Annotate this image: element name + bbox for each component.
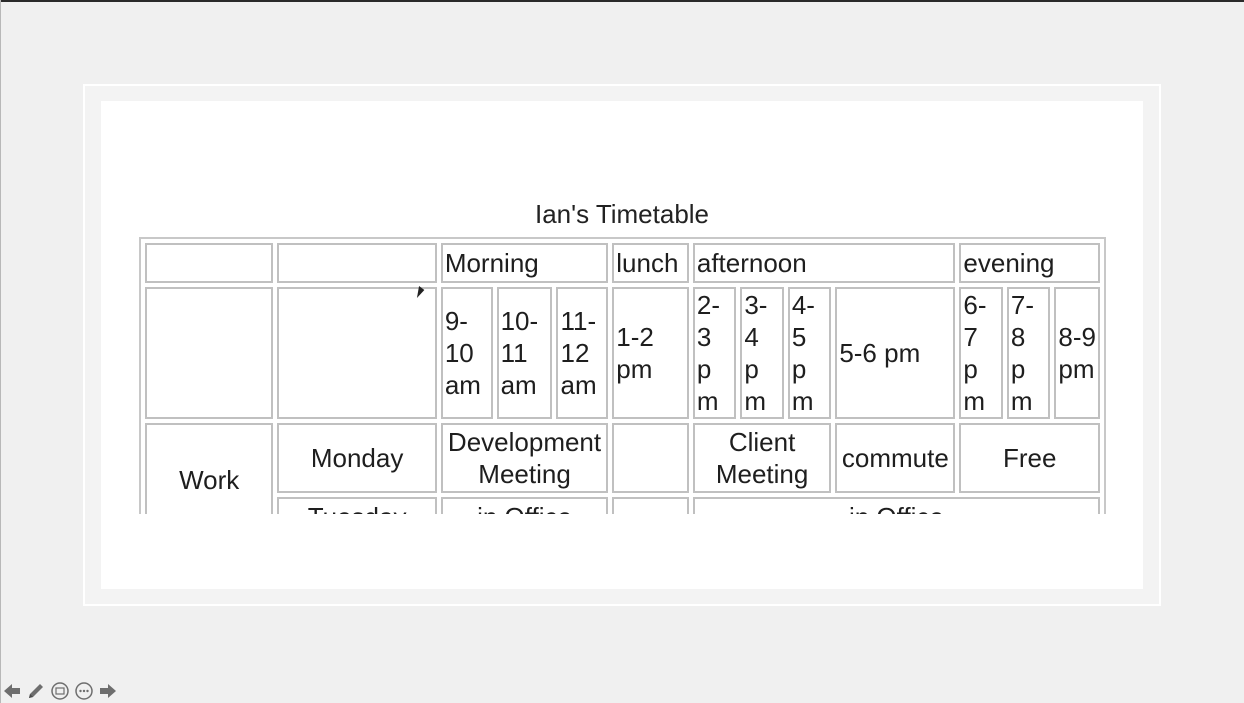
time-slot-cell: 4-5 pm [787, 287, 832, 419]
activity-cell: in Office [440, 497, 609, 514]
header-cell [145, 243, 274, 283]
activity-cell [612, 423, 689, 493]
table-row: Work Monday Development Meeting Client M… [145, 423, 1100, 514]
activity-cell: commute [835, 423, 956, 493]
header-morning: Morning [440, 243, 609, 283]
activity-cell: Free [959, 423, 1100, 493]
header-cell [277, 243, 437, 283]
time-slot-cell: 1-2 pm [612, 287, 689, 419]
presentation-toolbar [3, 680, 117, 702]
time-slot-cell: 7-8 pm [1006, 287, 1051, 419]
day-cell: Monday [277, 423, 437, 493]
time-header-blank [145, 287, 274, 419]
header-evening: evening [959, 243, 1100, 283]
table-row: Tuesday in Office in Office [145, 497, 1100, 514]
header-afternoon: afternoon [692, 243, 956, 283]
day-cell: Tuesday [277, 497, 437, 514]
pen-icon[interactable] [27, 682, 45, 700]
table-row: Morning lunch afternoon evening [145, 243, 1100, 283]
activity-cell: Development Meeting [440, 423, 609, 493]
arrow-left-icon[interactable] [3, 682, 21, 700]
activity-cell: in Office [692, 497, 1100, 514]
more-icon[interactable] [75, 682, 93, 700]
time-slot-cell: 9-10 am [440, 287, 493, 419]
time-slot-cell: 2-3 pm [692, 287, 737, 419]
header-lunch: lunch [612, 243, 689, 283]
table-row: 9-10 am 10-11 am 11-12 am 1-2 pm 2-3 pm … [145, 287, 1100, 419]
timetable-clip: Morning lunch afternoon evening 9-10 am … [139, 237, 1106, 514]
activity-cell [612, 497, 689, 514]
time-slot-cell: 8-9 pm [1054, 287, 1100, 419]
time-slot-cell: 10-11 am [496, 287, 553, 419]
category-cell: Work [145, 423, 274, 514]
slides-icon[interactable] [51, 682, 69, 700]
time-header-blank [277, 287, 437, 419]
time-slot-cell: 3-4 pm [740, 287, 784, 419]
time-slot-cell: 11-12 am [556, 287, 609, 419]
activity-cell: Client Meeting [692, 423, 832, 493]
arrow-right-icon[interactable] [99, 682, 117, 700]
slide: Ian's Timetable Morning lunch afternoon … [101, 101, 1143, 589]
slide-title: Ian's Timetable [534, 199, 710, 229]
timetable: Morning lunch afternoon evening 9-10 am … [139, 237, 1106, 514]
window-top-border [0, 0, 1244, 2]
time-slot-cell: 5-6 pm [835, 287, 956, 419]
time-slot-cell: 6-7 pm [959, 287, 1003, 419]
window-left-border [0, 0, 1, 703]
